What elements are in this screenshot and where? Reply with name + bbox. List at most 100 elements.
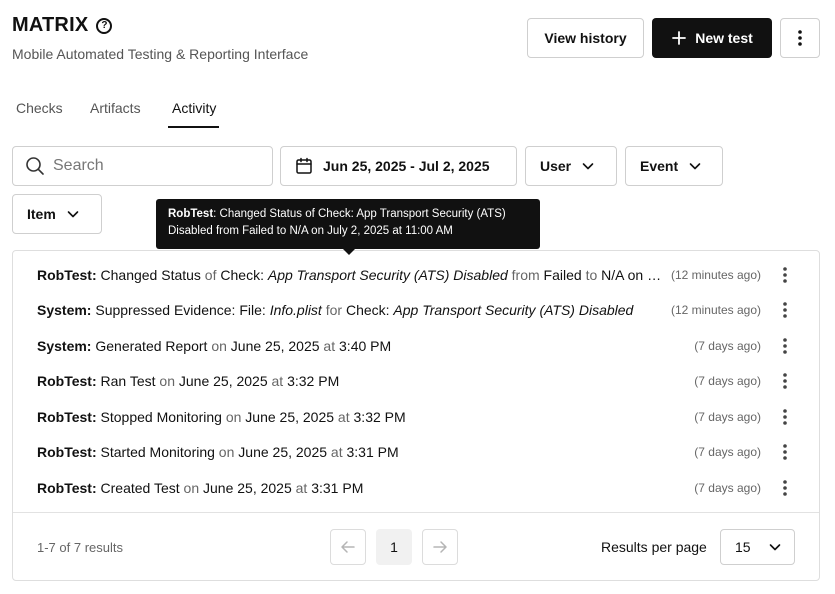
row-more-button[interactable] (777, 476, 793, 500)
activity-actor: RobTest: (37, 444, 97, 460)
calendar-icon (296, 157, 312, 174)
row-more-button[interactable] (777, 405, 793, 429)
activity-text-part: at (327, 444, 347, 460)
activity-text: RobTest: Ran Test on June 25, 2025 at 3:… (37, 373, 662, 389)
date-range-picker[interactable]: Jun 25, 2025 - Jul 2, 2025 (280, 146, 517, 186)
activity-text-part: Created Test (96, 479, 180, 496)
activity-text-part: Changed Status (96, 266, 201, 283)
more-vertical-icon (783, 408, 787, 425)
new-test-button[interactable]: New test (652, 18, 772, 58)
row-more-button[interactable] (777, 298, 793, 322)
activity-text-part: at (319, 337, 340, 354)
results-per-page-select[interactable]: 15 (720, 529, 795, 565)
activity-text-part: App Transport Security (ATS) Disabled (393, 302, 634, 318)
result-count: 1-7 of 7 results (37, 540, 123, 555)
activity-text-part: on (207, 337, 231, 354)
activity-timestamp: (7 days ago) (694, 409, 761, 424)
activity-actor: RobTest: (37, 479, 97, 496)
activity-timestamp: (7 days ago) (694, 480, 761, 495)
more-vertical-icon (798, 30, 802, 46)
more-options-button[interactable] (780, 18, 820, 58)
activity-text-part: Ran Test (96, 373, 156, 389)
chevron-down-icon (67, 211, 79, 218)
user-filter-dropdown[interactable]: User (525, 146, 617, 186)
item-filter-label: Item (27, 206, 56, 222)
activity-text-part: of (200, 266, 221, 283)
activity-timestamp: (12 minutes ago) (670, 303, 761, 317)
activity-actor: RobTest: (37, 266, 97, 283)
activity-text-part: on (179, 479, 203, 496)
activity-timestamp: (7 days ago) (694, 445, 761, 459)
plus-icon (672, 31, 687, 45)
arrow-left-icon (341, 541, 355, 553)
activity-text-part: N/A on July 2, 2025 at 11:00 AM (601, 266, 662, 283)
activity-text-part: Started Monitoring (96, 444, 215, 460)
activity-actor: RobTest: (37, 373, 97, 389)
activity-text-part: Suppressed Evidence: File: (91, 302, 270, 318)
tab-checks[interactable]: Checks (16, 100, 63, 126)
activity-row[interactable]: System: Generated Report on June 25, 202… (13, 328, 819, 363)
activity-actor: System: (37, 337, 92, 354)
more-vertical-icon (783, 373, 787, 389)
new-test-label: New test (695, 30, 753, 46)
activity-panel: RobTest: Changed Status of Check: App Tr… (12, 250, 820, 581)
event-filter-dropdown[interactable]: Event (625, 146, 723, 186)
page-number-button[interactable]: 1 (376, 529, 412, 565)
activity-text-part: Check: (220, 266, 268, 283)
activity-text-part: Failed (543, 266, 582, 283)
activity-row[interactable]: RobTest: Changed Status of Check: App Tr… (13, 257, 819, 292)
chevron-down-icon (582, 163, 594, 170)
date-range-label: Jun 25, 2025 - Jul 2, 2025 (323, 158, 490, 174)
activity-text-part: 3:31 PM (346, 444, 399, 460)
row-more-button[interactable] (777, 334, 793, 358)
activity-text-part: to (581, 266, 602, 283)
activity-text-part: for (321, 302, 346, 318)
tooltip-text: : Changed Status of Check: App Transport… (168, 208, 506, 237)
row-more-button[interactable] (777, 263, 793, 287)
more-vertical-icon (783, 479, 787, 496)
chevron-down-icon (689, 163, 701, 170)
row-more-button[interactable] (777, 369, 793, 393)
previous-page-button[interactable] (330, 529, 366, 565)
search-input[interactable] (53, 157, 253, 175)
activity-text-part: on (221, 408, 246, 425)
activity-text-part: App Transport Security (ATS) Disabled (267, 266, 508, 283)
activity-row[interactable]: System: Suppressed Evidence: File: Info.… (13, 293, 819, 328)
arrow-right-icon (433, 541, 447, 553)
tab-activity[interactable]: Activity (168, 100, 220, 128)
more-vertical-icon (783, 302, 787, 318)
activity-actor: RobTest: (37, 408, 97, 425)
activity-text-part: Info.plist (269, 302, 322, 318)
item-filter-dropdown[interactable]: Item (12, 194, 102, 234)
activity-row[interactable]: RobTest: Started Monitoring on June 25, … (13, 435, 819, 470)
activity-text-part: at (291, 479, 312, 496)
activity-timestamp: (7 days ago) (694, 374, 761, 388)
activity-text: RobTest: Started Monitoring on June 25, … (37, 444, 662, 460)
next-page-button[interactable] (422, 529, 458, 565)
activity-row[interactable]: RobTest: Created Test on June 25, 2025 a… (13, 470, 819, 505)
activity-text-part: from (507, 266, 544, 283)
activity-text-part: Check: (345, 302, 394, 318)
row-more-button[interactable] (777, 440, 793, 464)
more-vertical-icon (783, 444, 787, 460)
tab-bar: Checks Artifacts Activity (0, 96, 835, 130)
more-vertical-icon (783, 337, 787, 354)
tab-artifacts[interactable]: Artifacts (90, 100, 141, 126)
activity-text-part: June 25, 2025 (203, 479, 292, 496)
view-history-button[interactable]: View history (527, 18, 644, 58)
activity-text: RobTest: Stopped Monitoring on June 25, … (37, 409, 662, 425)
search-box[interactable] (12, 146, 273, 186)
app-title: MATRIX (12, 14, 89, 36)
activity-tooltip: RobTest: Changed Status of Check: App Tr… (156, 199, 540, 255)
activity-text-part: 3:31 PM (311, 479, 364, 496)
activity-row[interactable]: RobTest: Ran Test on June 25, 2025 at 3:… (13, 364, 819, 399)
tooltip-actor: RobTest (168, 208, 214, 220)
title-row: MATRIX ? (12, 14, 113, 37)
activity-row[interactable]: RobTest: Stopped Monitoring on June 25, … (13, 399, 819, 434)
activity-text-part: June 25, 2025 (230, 337, 320, 354)
view-history-label: View history (544, 30, 627, 46)
activity-timestamp: (12 minutes ago) (670, 267, 761, 282)
activity-text-part: June 25, 2025 (238, 444, 328, 460)
help-circle-icon[interactable]: ? (96, 17, 113, 34)
chevron-down-icon (769, 544, 781, 551)
